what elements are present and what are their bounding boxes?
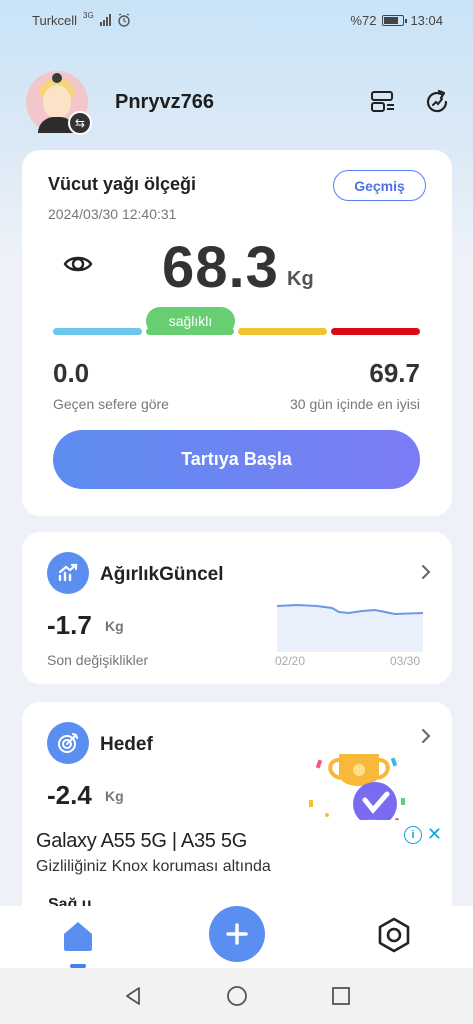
add-button[interactable] <box>209 906 265 962</box>
goal-remaining-unit: Kg <box>105 788 124 804</box>
ad-banner[interactable]: Galaxy A55 5G | A35 5G Gizliliğiniz Knox… <box>22 820 452 886</box>
change-label: Geçen sefere göre <box>53 396 169 412</box>
eye-icon[interactable] <box>62 248 94 280</box>
range-segment-very-high <box>331 328 420 335</box>
sparkline-start-label: 02/20 <box>275 654 306 668</box>
network-type: 3G <box>83 10 94 20</box>
start-weighing-button[interactable]: Tartıya Başla <box>53 430 420 489</box>
change-value: 0.0 <box>53 358 90 388</box>
range-segment-high <box>238 328 327 335</box>
weight-update-card[interactable]: AğırlıkGüncel -1.7 Kg Son değişiklikler … <box>22 532 452 684</box>
clock: 13:04 <box>410 12 443 28</box>
history-button[interactable]: Geçmiş <box>333 170 426 201</box>
switch-account-icon[interactable]: ⇆ <box>68 111 92 135</box>
carrier-name: Turkcell <box>32 12 78 28</box>
username: Pnryvz766 <box>115 90 214 113</box>
status-bar: Turkcell 3G %72 13:04 <box>0 0 473 40</box>
battery-icon <box>382 14 408 26</box>
device-list-icon[interactable] <box>369 88 397 116</box>
bottom-nav <box>0 906 473 968</box>
chevron-right-icon[interactable] <box>420 728 432 744</box>
chevron-right-icon[interactable] <box>420 564 432 580</box>
trend-up-icon <box>47 552 89 594</box>
best-label: 30 gün içinde en iyisi <box>290 396 420 412</box>
avatar[interactable]: ⇆ <box>26 71 92 135</box>
alarm-icon <box>118 13 130 27</box>
body-fat-scale-card: Vücut yağı ölçeği 2024/03/30 12:40:31 Ge… <box>22 150 452 516</box>
card-title: Vücut yağı ölçeği <box>48 174 197 194</box>
weight-card-title: AğırlıkGüncel <box>100 564 224 585</box>
home-circle-icon[interactable] <box>225 984 249 1008</box>
next-card-title: Sağ u <box>48 896 92 906</box>
weight-unit: Kg <box>287 268 314 290</box>
goal-remaining-value: -2.4 <box>47 780 92 810</box>
weight-value: 68.3 <box>162 235 279 300</box>
app-header: ⇆ Pnryvz766 <box>26 70 451 135</box>
next-card-peek: Sağ u <box>22 886 452 906</box>
ad-close-icon[interactable]: ✕ <box>427 824 442 845</box>
battery-percent: %72 <box>350 12 377 28</box>
refresh-icon[interactable] <box>423 88 451 116</box>
recents-icon[interactable] <box>329 984 353 1008</box>
goal-card-title: Hedef <box>100 734 153 755</box>
weight-change-value: -1.7 <box>47 610 92 640</box>
weight-sparkline <box>277 603 423 652</box>
signal-icon <box>99 14 111 26</box>
status-badge: sağlıklı <box>146 307 235 335</box>
weight-change-label: Son değişiklikler <box>47 652 149 668</box>
system-navigation-bar <box>0 968 473 1024</box>
plus-icon <box>226 923 248 945</box>
settings-icon[interactable] <box>375 916 413 954</box>
range-segment-low <box>53 328 142 335</box>
ad-subtitle[interactable]: Gizliliğiniz Knox koruması altında <box>36 858 271 876</box>
best-value: 69.7 <box>369 358 420 388</box>
measurement-datetime: 2024/03/30 12:40:31 <box>48 206 177 222</box>
target-icon <box>47 722 89 764</box>
weight-change-unit: Kg <box>105 618 124 634</box>
ad-info-icon[interactable]: i <box>404 826 422 844</box>
home-icon[interactable] <box>60 918 96 954</box>
back-icon[interactable] <box>121 984 145 1008</box>
sparkline-end-label: 03/30 <box>390 654 421 668</box>
ad-title[interactable]: Galaxy A55 5G | A35 5G <box>36 830 247 853</box>
